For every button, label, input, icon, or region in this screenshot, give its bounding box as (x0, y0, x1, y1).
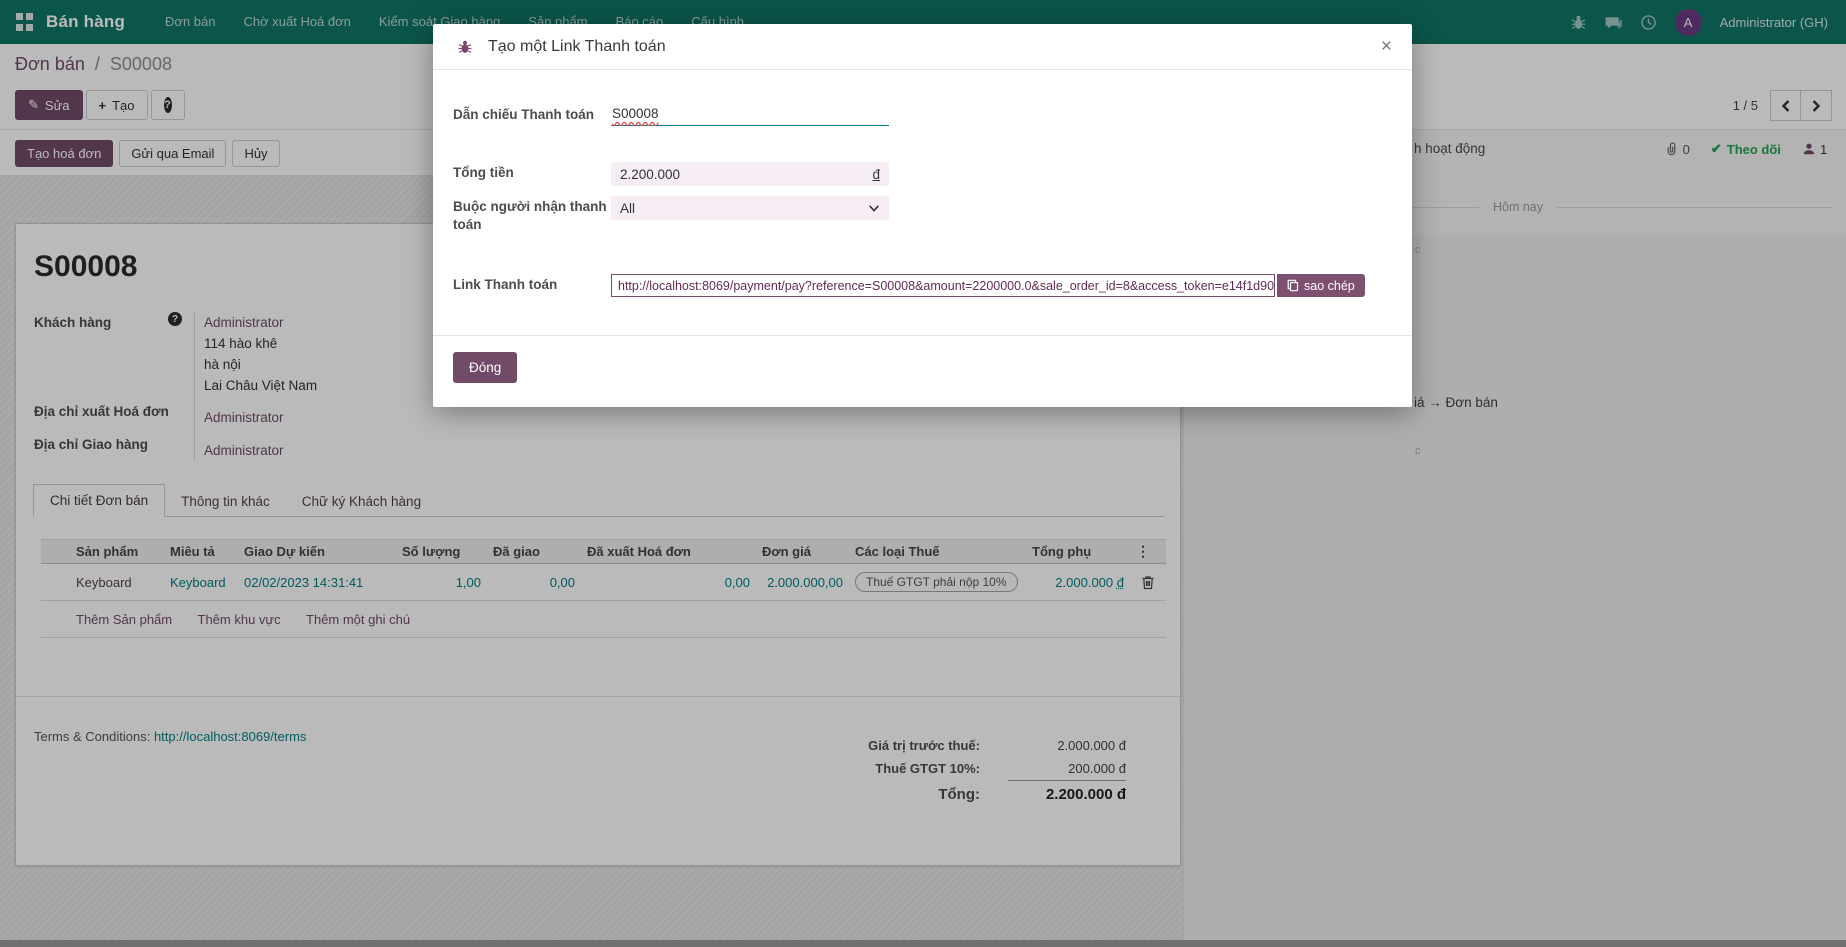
close-dialog-button[interactable]: Đóng (453, 352, 517, 383)
dialog-header: Tạo một Link Thanh toán × (433, 24, 1412, 70)
payment-link-dialog: Tạo một Link Thanh toán × Dẫn chiếu Than… (433, 24, 1412, 407)
payment-reference-input[interactable]: S00008 (611, 104, 889, 126)
amount-field: 2.200.000 đ (611, 162, 889, 186)
bug-icon (457, 39, 473, 55)
dialog-title: Tạo một Link Thanh toán (488, 38, 666, 56)
dialog-footer: Đóng (433, 335, 1412, 407)
payment-link-input[interactable]: http://localhost:8069/payment/pay?refere… (611, 274, 1275, 297)
payment-reference-label: Dẫn chiếu Thanh toán (453, 104, 611, 124)
app-window: Bán hàng Đơn bán Chờ xuất Hoá đơn Kiểm s… (0, 0, 1846, 947)
currency-symbol: đ (872, 167, 880, 182)
partner-required-label: Buộc người nhận thanh toán (453, 196, 611, 234)
close-icon[interactable]: × (1381, 37, 1392, 56)
copy-icon (1287, 279, 1299, 292)
amount-label: Tổng tiền (453, 162, 611, 182)
copy-link-button[interactable]: sao chép (1277, 274, 1365, 297)
dialog-body: Dẫn chiếu Thanh toán S00008 Tổng tiền 2.… (433, 70, 1412, 297)
chevron-down-icon (868, 202, 880, 214)
partner-select[interactable]: All (611, 196, 889, 220)
payment-link-label: Link Thanh toán (453, 274, 611, 294)
